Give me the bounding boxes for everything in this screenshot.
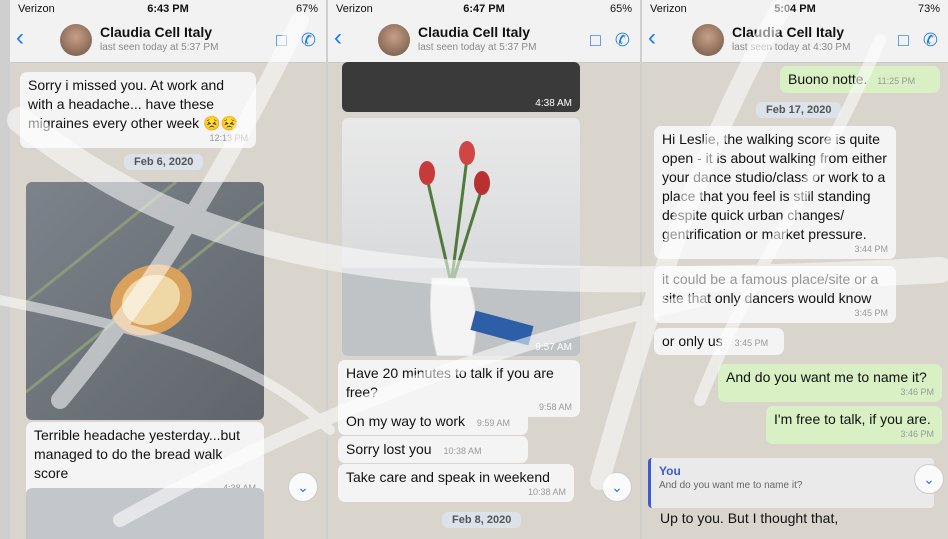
message-text: Have 20 minutes to talk if you are free?	[346, 365, 554, 400]
avatar[interactable]	[60, 24, 92, 56]
scroll-down-icon[interactable]: ⌄	[914, 464, 944, 494]
bread-illustration	[26, 182, 264, 394]
clock: 5:04 PM	[774, 3, 816, 15]
clock: 6:43 PM	[147, 3, 189, 15]
avatar[interactable]	[378, 24, 410, 56]
chevron-left-icon[interactable]: ‹	[16, 26, 24, 50]
message-bubble[interactable]: On my way to work 9:59 AM	[338, 408, 528, 435]
chat-screenshot-1: Verizon 6:43 PM 67% ‹ Claudia Cell Italy…	[10, 0, 326, 539]
photo-time: 9:57 AM	[535, 342, 572, 353]
chat-header: ‹ Claudia Cell Italy last seen today at …	[642, 18, 948, 63]
message-bubble[interactable]: Sorry i missed you. At work and with a h…	[20, 72, 256, 148]
contact-info[interactable]: Claudia Cell Italy last seen today at 5:…	[100, 24, 218, 53]
battery-level: 73%	[917, 3, 940, 15]
message-time: 3:45 PM	[854, 308, 888, 318]
date-separator: Feb 8, 2020	[442, 512, 522, 528]
message-text: Sorry lost you	[346, 441, 432, 457]
message-bubble[interactable]: Terrible headache yesterday...but manage…	[26, 422, 264, 498]
message-bubble[interactable]: Hi Leslie, the walking score is quite op…	[654, 126, 896, 259]
message-time: 3:44 PM	[854, 244, 888, 254]
phone-icon[interactable]: ✆	[615, 30, 630, 50]
message-bubble[interactable]: or only us 3:45 PM	[654, 328, 784, 355]
message-text: Sorry i missed you. At work and with a h…	[28, 77, 238, 131]
message-text: it could be a famous place/site or a sit…	[662, 271, 879, 306]
message-time: 9:59 AM	[476, 418, 510, 428]
scroll-down-icon[interactable]: ⌄	[288, 472, 318, 502]
building-photo[interactable]	[26, 488, 264, 539]
last-seen: last seen today at 5:37 PM	[418, 42, 537, 53]
flowers-photo[interactable]: 9:57 AM	[342, 118, 580, 356]
avatar[interactable]	[692, 24, 724, 56]
battery-level: 67%	[295, 3, 318, 15]
message-bubble-outgoing[interactable]: I'm free to talk, if you are. 3:46 PM	[766, 406, 942, 444]
message-text: or only us	[662, 333, 723, 349]
video-call-icon[interactable]: □	[898, 30, 909, 50]
chat-header: ‹ Claudia Cell Italy last seen today at …	[328, 18, 640, 63]
message-time: 11:25 PM	[877, 76, 916, 86]
message-bubble-outgoing[interactable]: Buono notte. 11:25 PM	[780, 66, 940, 93]
battery-level: 65%	[609, 3, 632, 15]
date-separator: Feb 17, 2020	[756, 102, 842, 118]
clock: 6:47 PM	[463, 3, 505, 15]
message-text: And do you want me to name it?	[726, 369, 927, 385]
reply-quoted-text: And do you want me to name it?	[659, 480, 803, 491]
message-time: 10:38 AM	[527, 487, 566, 497]
message-time: 12:13 PM	[209, 133, 248, 143]
chat-screenshot-2: Verizon 6:47 PM 65% ‹ Claudia Cell Italy…	[328, 0, 640, 539]
message-bubble-outgoing[interactable]: And do you want me to name it? 3:46 PM	[718, 364, 942, 402]
message-bubble[interactable]: it could be a famous place/site or a sit…	[654, 266, 896, 323]
reply-quote[interactable]: You And do you want me to name it?	[648, 458, 934, 508]
message-time: 10:38 AM	[443, 446, 482, 456]
last-seen: last seen today at 4:30 PM	[732, 42, 851, 53]
message-bubble[interactable]: Take care and speak in weekend 10:38 AM	[338, 464, 574, 502]
last-seen: last seen today at 5:37 PM	[100, 42, 219, 53]
bread-photo[interactable]	[26, 182, 264, 420]
status-bar: Verizon 6:43 PM 67%	[10, 0, 326, 18]
chevron-left-icon[interactable]: ‹	[648, 26, 656, 50]
message-text: Take care and speak in weekend	[346, 469, 550, 485]
message-text: Hi Leslie, the walking score is quite op…	[662, 131, 887, 242]
contact-name: Claudia Cell Italy	[418, 24, 531, 40]
chevron-left-icon[interactable]: ‹	[334, 26, 342, 50]
reply-author: You	[659, 464, 681, 478]
status-bar: Verizon 6:47 PM 65%	[328, 0, 640, 18]
message-time: 3:46 PM	[900, 429, 934, 439]
chat-header: ‹ Claudia Cell Italy last seen today at …	[10, 18, 326, 63]
date-separator: Feb 6, 2020	[124, 154, 204, 170]
message-bubble[interactable]: Sorry lost you 10:38 AM	[338, 436, 528, 463]
message-text: Buono notte.	[788, 71, 868, 87]
phone-icon[interactable]: ✆	[301, 30, 316, 50]
photo-time: 4:38 AM	[535, 98, 572, 109]
phone-icon[interactable]: ✆	[923, 30, 938, 50]
video-call-icon[interactable]: □	[276, 30, 287, 50]
status-bar: Verizon 5:04 PM 73%	[642, 0, 948, 18]
contact-name: Claudia Cell Italy	[732, 24, 845, 40]
video-call-icon[interactable]: □	[590, 30, 601, 50]
contact-info[interactable]: Claudia Cell Italy last seen today at 5:…	[418, 24, 536, 53]
contact-name: Claudia Cell Italy	[100, 24, 213, 40]
flowers-illustration	[342, 141, 580, 356]
message-time: 3:45 PM	[734, 338, 769, 348]
scroll-down-icon[interactable]: ⌄	[602, 472, 632, 502]
chat-screenshot-3: Verizon 5:04 PM 73% ‹ Claudia Cell Italy…	[642, 0, 948, 539]
message-text: I'm free to talk, if you are.	[774, 411, 931, 427]
message-text: On my way to work	[346, 413, 466, 429]
message-time: 3:46 PM	[900, 387, 934, 397]
reply-message-text: Up to you. But I thought that,	[660, 510, 839, 526]
message-text: Terrible headache yesterday...but manage…	[34, 427, 240, 481]
previous-photo[interactable]: 4:38 AM	[342, 62, 580, 112]
contact-info[interactable]: Claudia Cell Italy last seen today at 4:…	[732, 24, 850, 53]
